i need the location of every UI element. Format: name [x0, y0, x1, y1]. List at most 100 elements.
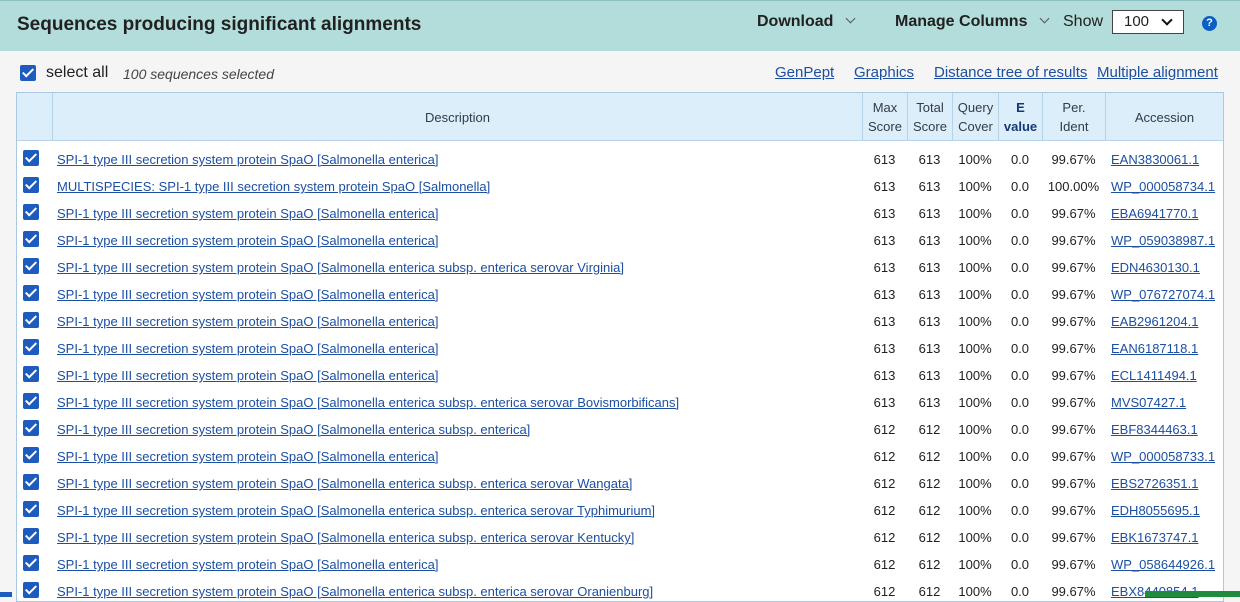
cell-evalue: 0.0	[1010, 341, 1030, 356]
column-total-score[interactable]: Total Score	[907, 93, 952, 141]
description-link[interactable]: SPI-1 type III secretion system protein …	[57, 206, 439, 221]
cell-total: 613	[918, 206, 941, 221]
genpept-link[interactable]: GenPept	[775, 64, 834, 81]
description-link[interactable]: SPI-1 type III secretion system protein …	[57, 422, 530, 437]
header-checkbox-cell	[17, 93, 52, 141]
cell-evalue: 0.0	[1010, 314, 1030, 329]
cell-total: 613	[918, 233, 941, 248]
accession-link[interactable]: EAN6187118.1	[1111, 341, 1198, 356]
column-per-ident[interactable]: Per. Ident	[1042, 93, 1105, 141]
row-checkbox[interactable]	[23, 258, 39, 274]
row-checkbox[interactable]	[23, 474, 39, 490]
accession-link[interactable]: ECL1411494.1	[1111, 368, 1197, 383]
description-link[interactable]: SPI-1 type III secretion system protein …	[57, 368, 439, 383]
row-checkbox[interactable]	[23, 501, 39, 517]
cell-ident: 99.67%	[1051, 530, 1096, 545]
accession-link[interactable]: EBA6941770.1	[1111, 206, 1198, 221]
row-checkbox[interactable]	[23, 339, 39, 355]
accession-link[interactable]: WP_000058734.1	[1111, 179, 1215, 194]
description-link[interactable]: SPI-1 type III secretion system protein …	[57, 530, 634, 545]
description-link[interactable]: SPI-1 type III secretion system protein …	[57, 287, 439, 302]
row-checkbox[interactable]	[23, 177, 39, 193]
cell-max: 613	[873, 260, 896, 275]
cell-evalue: 0.0	[1010, 449, 1030, 464]
cell-evalue: 0.0	[1010, 233, 1030, 248]
selected-count: 100 sequences selected	[123, 66, 274, 82]
row-checkbox[interactable]	[23, 528, 39, 544]
cell-cover: 100%	[958, 179, 992, 194]
description-link[interactable]: SPI-1 type III secretion system protein …	[57, 503, 655, 518]
accession-link[interactable]: WP_076727074.1	[1111, 287, 1215, 302]
row-checkbox[interactable]	[23, 393, 39, 409]
accession-link[interactable]: EDN4630130.1	[1111, 260, 1200, 275]
cell-max: 613	[873, 152, 896, 167]
table-header: Description Max Score Total Score Query Cov…	[17, 93, 1223, 141]
description-link[interactable]: SPI-1 type III secretion system protein …	[57, 152, 439, 167]
table-row: SPI-1 type III secretion system protein …	[17, 145, 1223, 172]
cell-evalue: 0.0	[1010, 368, 1030, 383]
results-title: Sequences producing significant alignmen…	[17, 14, 422, 35]
column-accession[interactable]: Accession	[1105, 93, 1223, 141]
column-e-value[interactable]: Evalue	[998, 93, 1042, 141]
column-query-cover[interactable]: Query Cover	[952, 93, 998, 141]
row-checkbox[interactable]	[23, 285, 39, 301]
column-description[interactable]: Description	[52, 93, 862, 141]
row-checkbox[interactable]	[23, 555, 39, 571]
accession-link[interactable]: MVS07427.1	[1111, 395, 1186, 410]
accession-link[interactable]: WP_058644926.1	[1111, 557, 1215, 572]
accession-link[interactable]: WP_000058733.1	[1111, 449, 1215, 464]
cell-total: 613	[918, 314, 941, 329]
row-checkbox[interactable]	[23, 204, 39, 220]
description-link[interactable]: SPI-1 type III secretion system protein …	[57, 260, 624, 275]
cell-ident: 99.67%	[1051, 287, 1096, 302]
row-checkbox[interactable]	[23, 447, 39, 463]
cell-max: 612	[873, 449, 896, 464]
row-checkbox[interactable]	[23, 366, 39, 382]
description-link[interactable]: SPI-1 type III secretion system protein …	[57, 449, 439, 464]
cell-max: 613	[873, 206, 896, 221]
chevron-down-icon	[1161, 14, 1173, 26]
cell-evalue: 0.0	[1010, 260, 1030, 275]
accession-link[interactable]: EBS2726351.1	[1111, 476, 1198, 491]
cell-evalue: 0.0	[1010, 206, 1030, 221]
accession-link[interactable]: EDH8055695.1	[1111, 503, 1200, 518]
accession-link[interactable]: EAN3830061.1	[1111, 152, 1199, 167]
description-link[interactable]: SPI-1 type III secretion system protein …	[57, 476, 632, 491]
cell-total: 612	[918, 557, 941, 572]
column-max-score[interactable]: Max Score	[862, 93, 907, 141]
table-row: SPI-1 type III secretion system protein …	[17, 226, 1223, 253]
accession-link[interactable]: WP_059038987.1	[1111, 233, 1215, 248]
cell-cover: 100%	[958, 206, 992, 221]
description-link[interactable]: SPI-1 type III secretion system protein …	[57, 233, 439, 248]
description-link[interactable]: SPI-1 type III secretion system protein …	[57, 341, 439, 356]
cell-evalue: 0.0	[1010, 152, 1030, 167]
manage-columns-menu[interactable]: Manage Columns	[895, 13, 1050, 31]
cell-ident: 99.67%	[1051, 422, 1096, 437]
cell-evalue: 0.0	[1010, 395, 1030, 410]
accession-link[interactable]: EBF8344463.1	[1111, 422, 1198, 437]
table-row: SPI-1 type III secretion system protein …	[17, 199, 1223, 226]
download-menu[interactable]: Download	[757, 13, 856, 31]
row-checkbox[interactable]	[23, 150, 39, 166]
row-checkbox[interactable]	[23, 231, 39, 247]
select-all-label[interactable]: select all	[46, 64, 108, 82]
accession-link[interactable]: EAB2961204.1	[1111, 314, 1198, 329]
multiple-alignment-link[interactable]: Multiple alignment	[1097, 64, 1218, 81]
row-checkbox[interactable]	[23, 312, 39, 328]
accession-link[interactable]: EBK1673747.1	[1111, 530, 1198, 545]
distance-tree-link[interactable]: Distance tree of results	[934, 64, 1087, 81]
cell-max: 613	[873, 233, 896, 248]
description-link[interactable]: MULTISPECIES: SPI-1 type III secretion s…	[57, 179, 490, 194]
table-row: SPI-1 type III secretion system protein …	[17, 334, 1223, 361]
show-count-select[interactable]: 100	[1112, 10, 1184, 34]
help-icon[interactable]: ?	[1202, 16, 1217, 31]
cell-evalue: 0.0	[1010, 287, 1030, 302]
cell-max: 613	[873, 314, 896, 329]
graphics-link[interactable]: Graphics	[854, 64, 914, 81]
row-checkbox[interactable]	[23, 582, 39, 598]
select-all-checkbox[interactable]	[20, 65, 36, 81]
description-link[interactable]: SPI-1 type III secretion system protein …	[57, 314, 439, 329]
description-link[interactable]: SPI-1 type III secretion system protein …	[57, 395, 679, 410]
row-checkbox[interactable]	[23, 420, 39, 436]
description-link[interactable]: SPI-1 type III secretion system protein …	[57, 557, 439, 572]
